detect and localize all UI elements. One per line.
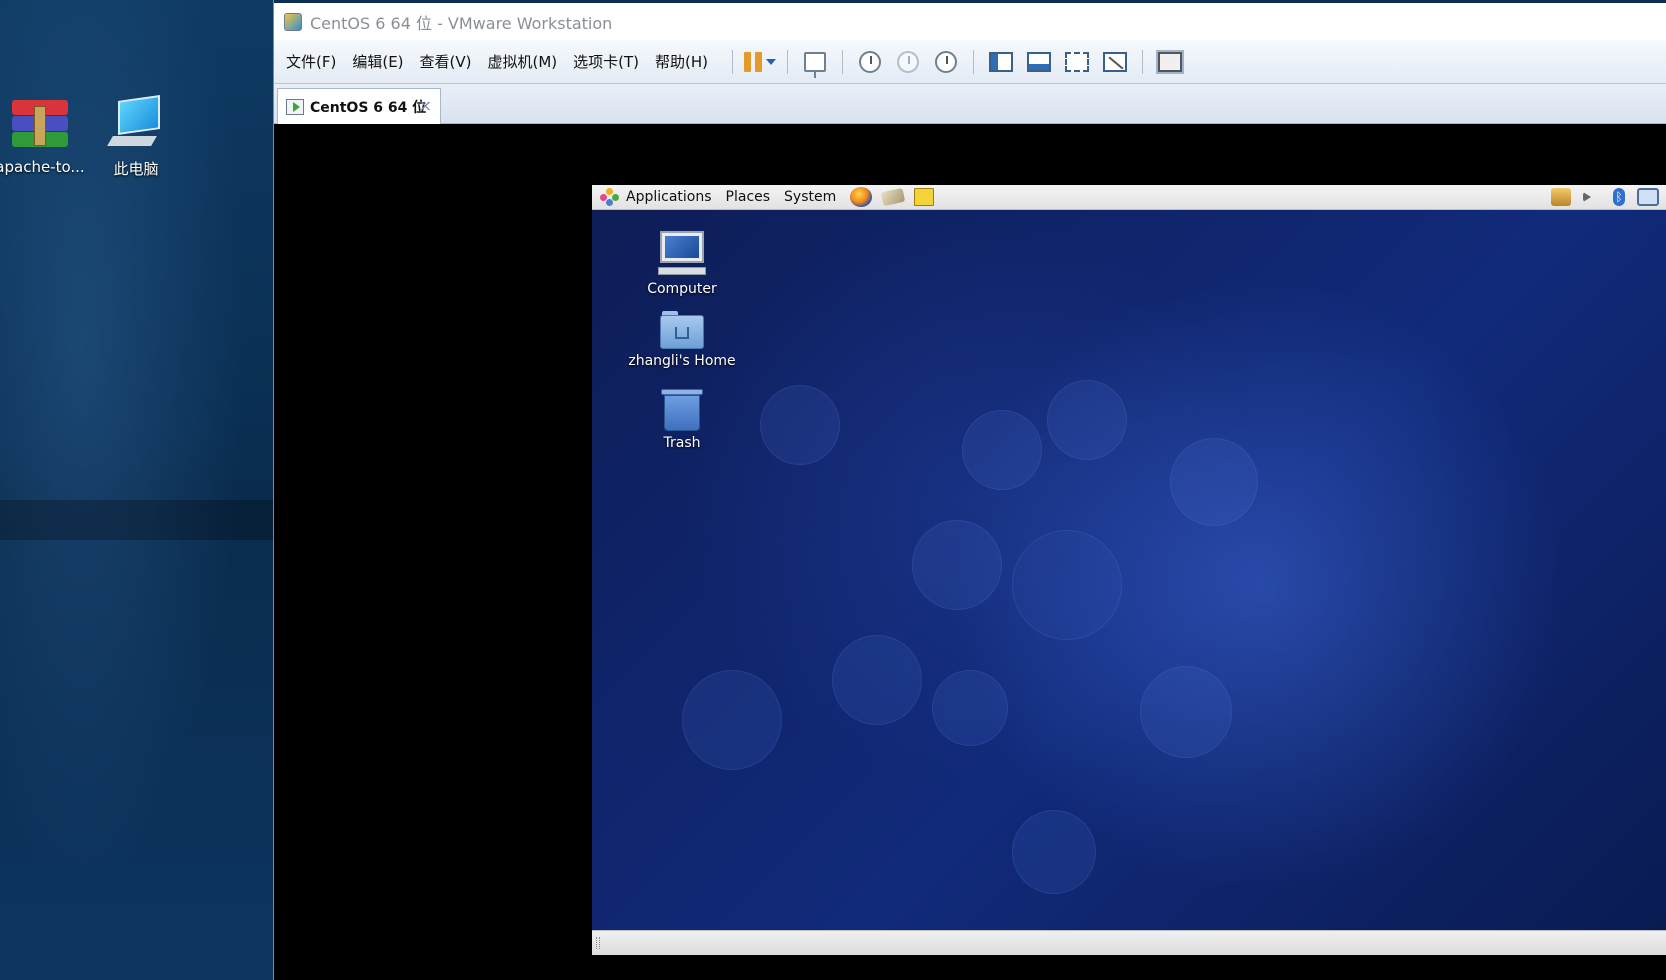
notes-editor-icon[interactable] (914, 188, 935, 206)
toolbar-separator (973, 49, 975, 74)
panel-grip-handle[interactable] (596, 937, 600, 949)
network-icon[interactable] (1637, 188, 1659, 206)
vm-running-icon (286, 98, 304, 115)
host-desktop: apache-to... 此电脑 (0, 0, 274, 980)
full-screen-button[interactable] (1061, 47, 1093, 77)
menu-applications[interactable]: Applications (626, 189, 712, 205)
send-ctrl-alt-del-icon (804, 51, 827, 78)
toolbar-separator (1142, 49, 1144, 74)
tab-close-icon[interactable]: × (419, 96, 432, 115)
menu-help[interactable]: 帮助(H) (655, 51, 708, 72)
vmware-window: CentOS 6 64 位 - VMware Workstation 文件(F)… (273, 0, 1666, 980)
firefox-icon[interactable] (850, 187, 873, 207)
show-library-icon (989, 51, 1014, 72)
snapshot-revert-icon (897, 50, 920, 73)
guest-screen[interactable]: Applications Places System ᛒ Computer zh… (592, 185, 1666, 955)
window-titlebar[interactable]: CentOS 6 64 位 - VMware Workstation (274, 0, 1666, 40)
vm-console[interactable]: Applications Places System ᛒ Computer zh… (274, 125, 1666, 980)
host-icon-apache-archive[interactable]: apache-to... (0, 96, 88, 176)
trash-icon (661, 389, 703, 431)
snapshot-revert-button[interactable] (892, 47, 924, 77)
mail-client-icon[interactable] (881, 187, 906, 207)
menu-edit[interactable]: 编辑(E) (352, 51, 403, 72)
this-pc-icon (104, 95, 168, 154)
menu-file[interactable]: 文件(F) (286, 51, 336, 72)
host-icon-label: 此电脑 (113, 160, 159, 178)
menu-vm[interactable]: 虚拟机(M) (488, 51, 558, 72)
volume-icon[interactable] (1583, 192, 1601, 202)
console-view-button[interactable] (1154, 47, 1186, 77)
show-thumbnail-bar-button[interactable] (1023, 47, 1055, 77)
show-thumbnail-bar-icon (1027, 51, 1052, 72)
menu-places[interactable]: Places (726, 189, 771, 205)
gnome-foot-icon (600, 188, 620, 206)
winrar-archive-icon (8, 96, 72, 154)
snapshot-manager-icon (935, 50, 958, 73)
pause-icon (744, 51, 763, 72)
snapshot-take-icon (859, 50, 882, 73)
guest-wallpaper (592, 210, 1666, 930)
home-folder-icon (660, 311, 704, 349)
full-screen-icon (1065, 51, 1090, 72)
desktop-icon-home[interactable]: zhangli's Home (622, 311, 742, 369)
desktop-icon-label: Computer (647, 281, 717, 297)
tab-bar: CentOS 6 64 位 × (274, 84, 1666, 124)
host-icon-this-pc[interactable]: 此电脑 (88, 95, 184, 179)
desktop-icon-trash[interactable]: Trash (622, 389, 742, 451)
pause-button[interactable] (744, 47, 777, 77)
software-update-icon[interactable] (1551, 188, 1571, 206)
snapshot-manager-button[interactable] (930, 47, 962, 77)
desktop-icon-computer[interactable]: Computer (622, 231, 742, 297)
unity-button[interactable] (1099, 47, 1131, 77)
show-library-button[interactable] (985, 47, 1017, 77)
bluetooth-icon[interactable]: ᛒ (1613, 188, 1625, 206)
menu-tabs[interactable]: 选项卡(T) (573, 51, 639, 72)
toolbar-separator (732, 49, 734, 74)
system-tray: ᛒ (1551, 188, 1659, 206)
dropdown-arrow-icon[interactable] (766, 58, 777, 65)
window-title: CentOS 6 64 位 - VMware Workstation (310, 13, 613, 33)
gnome-bottom-panel (592, 930, 1666, 955)
toolbar-separator (787, 49, 789, 74)
toolbar-separator (842, 49, 844, 74)
menu-view[interactable]: 查看(V) (420, 51, 472, 72)
tab-centos[interactable]: CentOS 6 64 位 × (277, 88, 441, 124)
host-desktop-shadow-band (0, 500, 274, 540)
desktop-icon-label: zhangli's Home (628, 353, 736, 369)
snapshot-take-button[interactable] (854, 47, 886, 77)
host-icon-label: apache-to... (0, 158, 85, 176)
menu-system[interactable]: System (784, 189, 836, 205)
console-view-icon (1156, 49, 1185, 74)
gnome-top-panel: Applications Places System ᛒ (592, 185, 1666, 210)
send-ctrl-alt-del-button[interactable] (799, 47, 831, 78)
computer-icon (658, 231, 706, 277)
desktop-icon-label: Trash (663, 435, 701, 451)
tab-label: CentOS 6 64 位 (310, 99, 427, 116)
menubar-toolbar: 文件(F) 编辑(E) 查看(V) 虚拟机(M) 选项卡(T) 帮助(H) (274, 40, 1666, 84)
unity-icon (1103, 51, 1128, 72)
vmware-app-icon (284, 12, 302, 31)
